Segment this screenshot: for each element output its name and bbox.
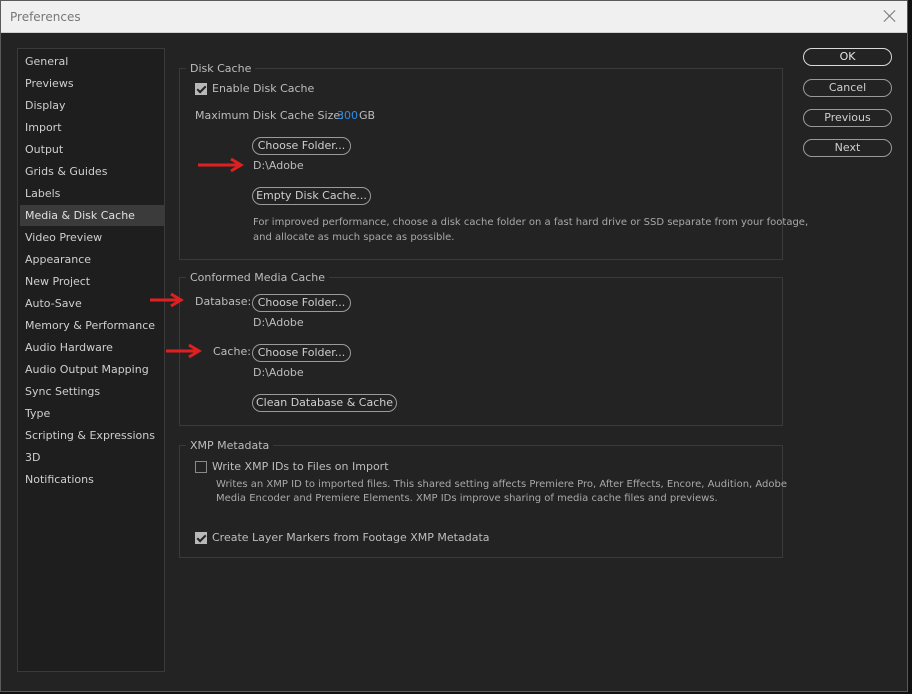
create-layer-markers-label: Create Layer Markers from Footage XMP Me… bbox=[212, 531, 490, 544]
sidebar-item-audio-output-mapping[interactable]: Audio Output Mapping bbox=[20, 359, 164, 380]
write-xmp-desc-line2: Media Encoder and Premiere Elements. XMP… bbox=[216, 493, 718, 504]
database-path: D:\Adobe bbox=[253, 316, 304, 329]
previous-button[interactable]: Previous bbox=[803, 109, 892, 127]
sidebar-item-type[interactable]: Type bbox=[20, 403, 164, 424]
disk-cache-panel: Disk Cache Enable Disk Cache Maximum Dis… bbox=[179, 62, 808, 260]
annotation-arrow-icon bbox=[150, 292, 184, 308]
sidebar-item-grids-guides[interactable]: Grids & Guides bbox=[20, 161, 164, 182]
max-cache-size-label: Maximum Disk Cache Size: bbox=[195, 109, 344, 122]
ok-button[interactable]: OK bbox=[803, 48, 892, 66]
disk-cache-hint-line1: For improved performance, choose a disk … bbox=[253, 217, 809, 228]
xmp-metadata-panel: XMP Metadata Write XMP IDs to Files on I… bbox=[179, 439, 787, 558]
disk-cache-title: Disk Cache bbox=[186, 62, 256, 76]
sidebar: General Previews Display Import Output G… bbox=[17, 48, 165, 672]
next-button[interactable]: Next bbox=[803, 139, 892, 157]
sidebar-item-notifications[interactable]: Notifications bbox=[20, 469, 164, 490]
enable-disk-cache-checkbox[interactable] bbox=[195, 83, 207, 95]
database-label: Database: bbox=[195, 295, 252, 308]
sidebar-item-general[interactable]: General bbox=[20, 51, 164, 72]
sidebar-item-new-project[interactable]: New Project bbox=[20, 271, 164, 292]
xmp-metadata-title: XMP Metadata bbox=[186, 439, 274, 453]
sidebar-item-video-preview[interactable]: Video Preview bbox=[20, 227, 164, 248]
cancel-button[interactable]: Cancel bbox=[803, 79, 892, 97]
database-choose-folder-button[interactable]: Choose Folder... bbox=[252, 294, 351, 312]
window-title: Preferences bbox=[10, 10, 81, 24]
cache-choose-folder-button[interactable]: Choose Folder... bbox=[252, 344, 351, 362]
disk-cache-folder-path: D:\Adobe bbox=[253, 159, 304, 172]
max-cache-size-value[interactable]: 300 bbox=[337, 109, 358, 122]
disk-cache-choose-folder-button[interactable]: Choose Folder... bbox=[252, 137, 351, 155]
sidebar-item-import[interactable]: Import bbox=[20, 117, 164, 138]
sidebar-item-3d[interactable]: 3D bbox=[20, 447, 164, 468]
sidebar-item-sync-settings[interactable]: Sync Settings bbox=[20, 381, 164, 402]
sidebar-item-auto-save[interactable]: Auto-Save bbox=[20, 293, 164, 314]
sidebar-item-previews[interactable]: Previews bbox=[20, 73, 164, 94]
annotation-arrow-icon bbox=[198, 157, 244, 173]
sidebar-item-scripting-expressions[interactable]: Scripting & Expressions bbox=[20, 425, 164, 446]
sidebar-item-audio-hardware[interactable]: Audio Hardware bbox=[20, 337, 164, 358]
empty-disk-cache-button[interactable]: Empty Disk Cache... bbox=[252, 187, 371, 205]
conformed-media-cache-title: Conformed Media Cache bbox=[186, 271, 330, 285]
sidebar-item-media-disk-cache[interactable]: Media & Disk Cache bbox=[20, 205, 164, 226]
sidebar-item-appearance[interactable]: Appearance bbox=[20, 249, 164, 270]
cache-label: Cache: bbox=[213, 345, 251, 358]
title-bar: Preferences bbox=[1, 1, 907, 33]
create-layer-markers-checkbox[interactable] bbox=[195, 532, 207, 544]
annotation-arrow-icon bbox=[166, 343, 202, 359]
write-xmp-ids-checkbox[interactable] bbox=[195, 461, 207, 473]
disk-cache-hint-line2: and allocate as much space as possible. bbox=[253, 232, 455, 243]
sidebar-item-output[interactable]: Output bbox=[20, 139, 164, 160]
preferences-dialog: Preferences General Previews Display Imp… bbox=[0, 0, 908, 692]
clean-database-cache-button[interactable]: Clean Database & Cache bbox=[252, 394, 397, 412]
close-icon[interactable] bbox=[881, 7, 899, 25]
write-xmp-ids-label: Write XMP IDs to Files on Import bbox=[212, 460, 389, 473]
sidebar-item-labels[interactable]: Labels bbox=[20, 183, 164, 204]
max-cache-size-unit: GB bbox=[359, 109, 376, 122]
write-xmp-desc-line1: Writes an XMP ID to imported files. This… bbox=[216, 479, 788, 490]
sidebar-item-display[interactable]: Display bbox=[20, 95, 164, 116]
conformed-media-cache-panel: Conformed Media Cache Database: Choose F… bbox=[179, 271, 783, 426]
cache-path: D:\Adobe bbox=[253, 366, 304, 379]
sidebar-item-memory-performance[interactable]: Memory & Performance bbox=[20, 315, 164, 336]
enable-disk-cache-label: Enable Disk Cache bbox=[212, 82, 315, 95]
